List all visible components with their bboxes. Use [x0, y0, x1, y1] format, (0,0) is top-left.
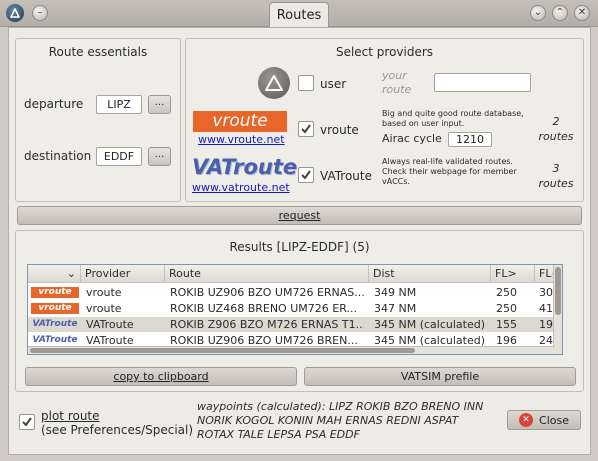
- close-button-label: Close: [539, 413, 569, 427]
- vroute-checkbox[interactable]: [298, 121, 314, 137]
- user-label: user: [320, 77, 347, 91]
- close-window-icon[interactable]: ✕: [574, 5, 590, 21]
- vroute-logo: vroute: [193, 111, 287, 132]
- sort-column-header[interactable]: ⌄: [28, 265, 80, 283]
- maximize-icon[interactable]: ⌃: [552, 5, 568, 21]
- destination-field[interactable]: EDDF: [96, 147, 142, 166]
- window-title: Routes: [269, 2, 329, 28]
- column-header-dist[interactable]: Dist: [368, 265, 490, 283]
- route-essentials-group: Route essentials departure LIPZ ... dest…: [15, 38, 181, 202]
- vatroute-label: VATroute: [320, 169, 372, 183]
- app-icon[interactable]: [6, 4, 24, 22]
- row-dist: 345 NM (calculated): [374, 318, 486, 331]
- request-button[interactable]: request: [17, 206, 582, 225]
- row-provider: VATroute: [86, 318, 134, 331]
- row-route: ROKIB Z906 BZO M726 ERNAS T1...: [170, 318, 364, 331]
- row-dist: 347 NM: [374, 302, 417, 315]
- vatroute-badge: VATroute: [32, 319, 78, 329]
- chevron-down-icon: ⌄: [66, 267, 76, 280]
- row-provider: vroute: [86, 302, 122, 315]
- departure-label: departure: [24, 97, 84, 111]
- results-title: Results [LIPZ-EDDF] (5): [229, 240, 370, 254]
- vroute-count: 2 routes: [538, 115, 574, 143]
- vatroute-checkbox[interactable]: [298, 167, 314, 183]
- destination-browse-button[interactable]: ...: [148, 147, 171, 166]
- user-provider-icon: [258, 67, 290, 99]
- shade-icon[interactable]: –: [32, 5, 48, 21]
- airac-field[interactable]: 1210: [448, 132, 492, 147]
- providers-title: Select providers: [335, 45, 434, 59]
- row-route: ROKIB UZ468 BRENO UM726 ER...: [170, 302, 357, 315]
- row-route: ROKIB UZ906 BZO UM726 ERNAS...: [170, 286, 364, 299]
- vroute-badge: vroute: [31, 303, 79, 314]
- minimize-icon[interactable]: ⌄: [530, 5, 546, 21]
- user-checkbox[interactable]: [298, 75, 314, 91]
- close-button[interactable]: ✕ Close: [507, 410, 581, 430]
- copy-to-clipboard-button[interactable]: copy to clipboard: [25, 367, 297, 386]
- waypoints-text: waypoints (calculated): LIPZ ROKIB BZO B…: [197, 400, 484, 441]
- vertical-scroll-thumb[interactable]: [555, 267, 561, 315]
- row-fl-out: 250: [496, 302, 517, 315]
- table-row[interactable]: vroute vroute ROKIB UZ468 BRENO UM726 ER…: [28, 301, 562, 316]
- vroute-description: Big and quite good route database, based…: [382, 109, 524, 128]
- row-fl-out: 155: [496, 318, 517, 331]
- your-route-label: your route: [382, 69, 412, 96]
- plot-route-label: plot route: [41, 409, 100, 423]
- vatroute-badge: VATroute: [32, 335, 78, 345]
- vatsim-prefile-button[interactable]: VATSIM prefile: [304, 367, 576, 386]
- horizontal-scrollbar[interactable]: [28, 346, 555, 354]
- plot-route-sublabel: (see Preferences/Special): [41, 423, 194, 437]
- horizontal-scroll-thumb[interactable]: [30, 348, 415, 353]
- column-header-fl-out[interactable]: FL>: [490, 265, 534, 283]
- user-route-input[interactable]: [434, 73, 531, 92]
- vatroute-description: Always real-life validated routes. Check…: [382, 157, 517, 186]
- dialog-body: Route essentials departure LIPZ ... dest…: [8, 27, 591, 455]
- column-header-provider[interactable]: Provider: [80, 265, 164, 283]
- departure-field[interactable]: LIPZ: [96, 95, 142, 114]
- vroute-badge: vroute: [31, 287, 79, 298]
- results-table[interactable]: ⌄ Provider Route Dist FL> FL< vroute vro…: [27, 264, 563, 355]
- table-row-selected[interactable]: VATroute VATroute ROKIB Z906 BZO M726 ER…: [28, 317, 562, 332]
- vroute-label: vroute: [320, 123, 359, 137]
- vertical-scrollbar[interactable]: [553, 265, 562, 354]
- vatroute-count: 3 routes: [538, 162, 574, 190]
- row-fl-out: 250: [496, 286, 517, 299]
- title-bar: – Routes ⌄ ⌃ ✕: [0, 0, 598, 28]
- route-essentials-title: Route essentials: [48, 45, 148, 59]
- providers-group: Select providers user your route vroute …: [185, 38, 584, 202]
- vatroute-link[interactable]: www.vatroute.net: [192, 181, 290, 194]
- airac-label: Airac cycle: [382, 132, 442, 145]
- destination-label: destination: [24, 149, 92, 163]
- vroute-link[interactable]: www.vroute.net: [198, 133, 285, 146]
- departure-browse-button[interactable]: ...: [148, 95, 171, 114]
- vatroute-logo: VATroute: [192, 155, 298, 179]
- table-row[interactable]: vroute vroute ROKIB UZ906 BZO UM726 ERNA…: [28, 285, 562, 300]
- plot-route-checkbox[interactable]: [19, 414, 35, 430]
- row-dist: 349 NM: [374, 286, 417, 299]
- column-header-route[interactable]: Route: [164, 265, 368, 283]
- table-header: ⌄ Provider Route Dist FL> FL<: [28, 265, 562, 283]
- row-provider: vroute: [86, 286, 122, 299]
- close-icon: ✕: [519, 413, 534, 427]
